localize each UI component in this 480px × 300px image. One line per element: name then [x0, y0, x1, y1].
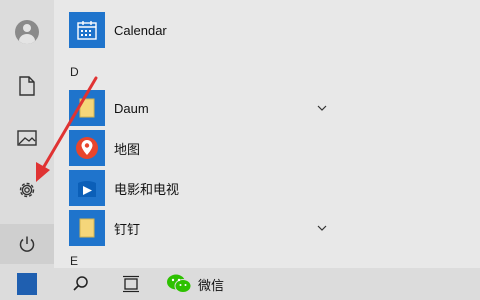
calendar-icon	[77, 21, 97, 40]
power-icon	[19, 236, 35, 252]
user-avatar	[15, 20, 39, 44]
app-tile	[69, 170, 105, 206]
user-avatar-button[interactable]	[0, 12, 54, 52]
app-item-daum[interactable]: Daum	[54, 88, 344, 128]
start-button[interactable]	[0, 268, 54, 300]
app-tile	[69, 90, 105, 126]
task-view-button[interactable]	[116, 268, 146, 300]
letter-header-d[interactable]: D	[54, 52, 344, 92]
wechat-icon	[167, 274, 192, 293]
task-view-icon	[123, 275, 139, 293]
documents-button[interactable]	[0, 66, 54, 106]
app-label: 钉钉	[114, 221, 141, 237]
power-button[interactable]	[0, 224, 54, 264]
map-icon	[76, 137, 98, 159]
chevron-down-icon[interactable]	[316, 222, 328, 234]
app-item-map[interactable]: 地图	[54, 128, 344, 168]
app-label: Daum	[114, 100, 149, 116]
taskbar: 微信	[0, 268, 480, 300]
app-label: 地图	[114, 141, 141, 157]
folder-icon	[79, 218, 95, 238]
letter-label: E	[70, 254, 79, 268]
app-label: Calendar	[114, 22, 167, 38]
folder-icon	[79, 98, 95, 118]
movies-tv-icon	[78, 181, 96, 197]
app-tile	[69, 130, 105, 166]
search-icon	[73, 276, 88, 291]
app-item-dingtalk[interactable]: 钉钉	[54, 208, 344, 248]
picture-icon	[17, 130, 37, 146]
app-tile	[69, 12, 105, 48]
document-icon	[19, 76, 35, 96]
app-tile	[69, 210, 105, 246]
app-label: 电影和电视	[114, 181, 180, 197]
search-button[interactable]	[66, 268, 96, 300]
wechat-taskbar-button[interactable]: 微信	[166, 268, 236, 300]
pictures-button[interactable]	[0, 118, 54, 158]
chevron-down-icon[interactable]	[316, 102, 328, 114]
gear-icon	[19, 182, 35, 198]
windows-logo-icon	[17, 273, 37, 295]
letter-header-e[interactable]: E	[54, 254, 344, 268]
letter-label: D	[70, 65, 79, 79]
app-item-movies-tv[interactable]: 电影和电视	[54, 168, 344, 208]
settings-button[interactable]	[0, 170, 54, 210]
start-rail	[0, 0, 54, 268]
app-list: Calendar D Daum 地图 电影和电视 钉钉 E	[54, 0, 480, 268]
wechat-label: 微信	[198, 277, 225, 293]
app-item-calendar[interactable]: Calendar	[54, 10, 344, 50]
